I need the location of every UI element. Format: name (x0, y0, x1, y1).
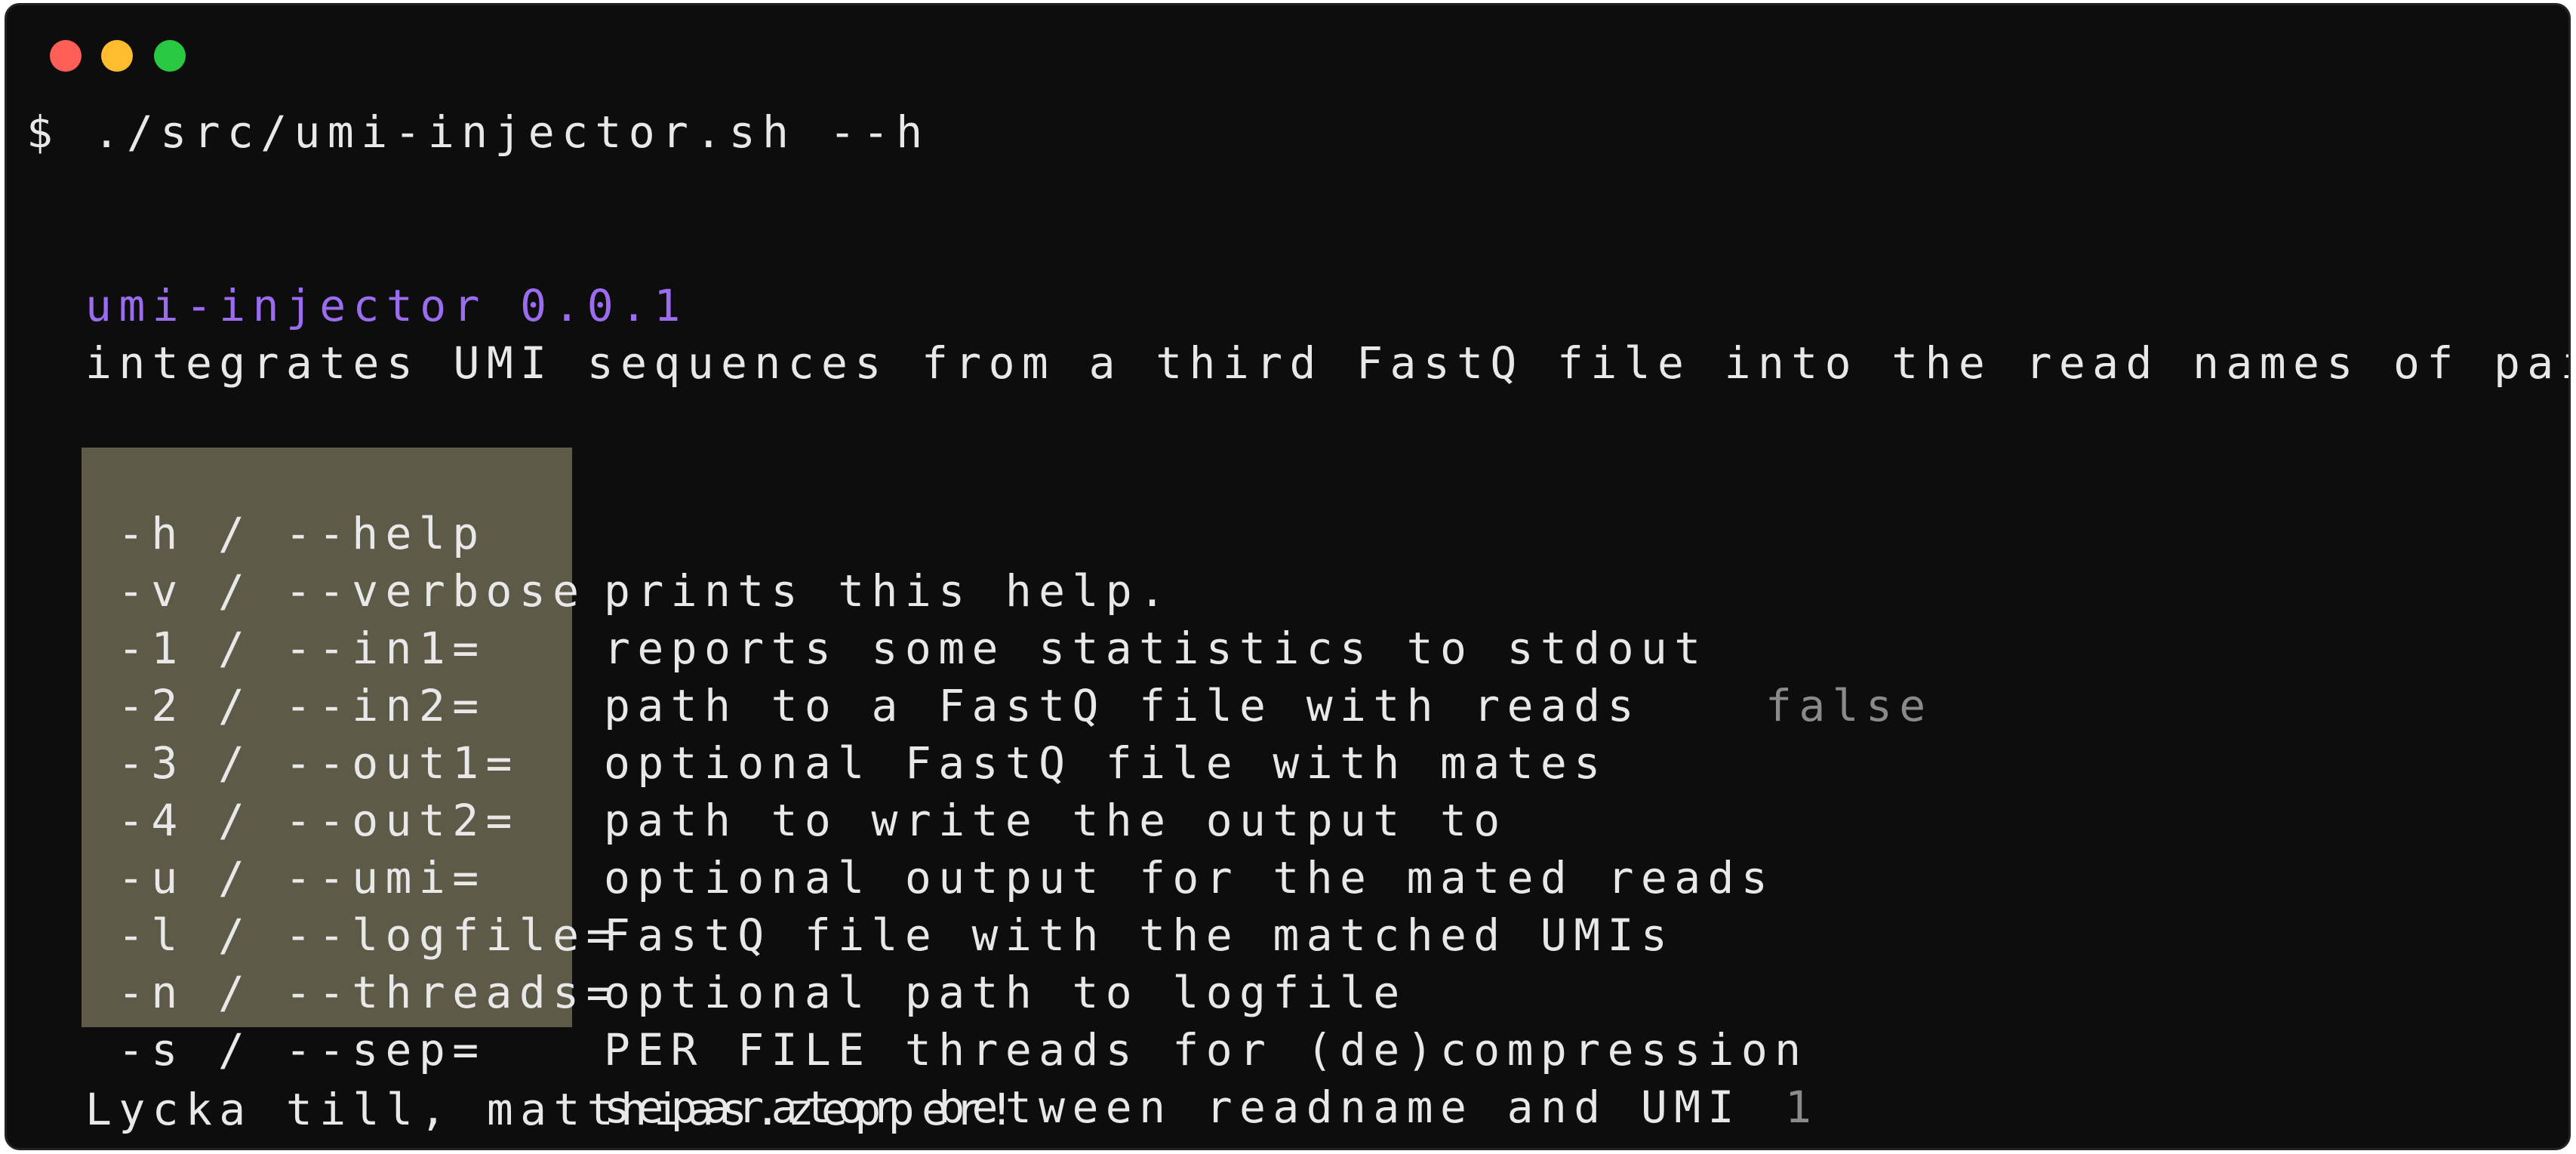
footer-message: Lycka till, matthias.zepper! (85, 1084, 1022, 1135)
option-row: -1 / --in1= path to a FastQ file with re… (7, 562, 1633, 731)
option-row: -u / --umi= FastQ file with the matched … (7, 792, 1667, 961)
close-button[interactable] (50, 40, 82, 72)
option-description: optional FastQ file with mates (604, 737, 1608, 789)
option-description: FastQ file with the matched UMIs (604, 909, 1675, 961)
option-description: reports some statistics to stdout (604, 623, 1708, 674)
option-description: prints this help. (604, 565, 1173, 617)
option-row: -2 / --in2= optional FastQ file with mat… (7, 620, 1600, 789)
option-description: optional output for the mated reads (604, 852, 1775, 903)
command-prompt: $ ./src/umi-injector.sh --h (26, 106, 930, 158)
option-default: false (1765, 680, 1933, 731)
option-row: -n / --threads= PER FILE threads for (de… (7, 906, 1811, 1133)
option-description: path to write the output to (604, 795, 1507, 846)
option-default: : (1785, 1136, 1818, 1148)
minimize-button[interactable] (101, 40, 133, 72)
option-row: -4 / --out2= optional output for the mat… (7, 734, 1768, 903)
zoom-button[interactable] (154, 40, 186, 72)
option-description: PER FILE threads for (de)compression (604, 1024, 1808, 1076)
option-row: -s / --sep= separator between readname a… (7, 964, 1811, 1148)
terminal-window: $ ./src/umi-injector.sh --h umi-injector… (5, 3, 2571, 1150)
option-description: optional path to logfile (604, 967, 1407, 1018)
program-description: integrates UMI sequences from a third Fa… (85, 337, 2568, 389)
option-row: -v / --verbose reports some statistics t… (7, 505, 1925, 731)
option-row: -l / --logfile= optional path to logfile (7, 849, 1399, 1018)
option-row: -3 / --out1= path to write the output to (7, 677, 1500, 846)
option-description: path to a FastQ file with reads (604, 680, 1641, 731)
option-row: -h / --help prints this help. (7, 448, 1165, 617)
option-default: 1 (1785, 1082, 1819, 1133)
option-flag: -s / --sep= (118, 1024, 486, 1076)
program-title: umi-injector 0.0.1 (85, 280, 688, 331)
